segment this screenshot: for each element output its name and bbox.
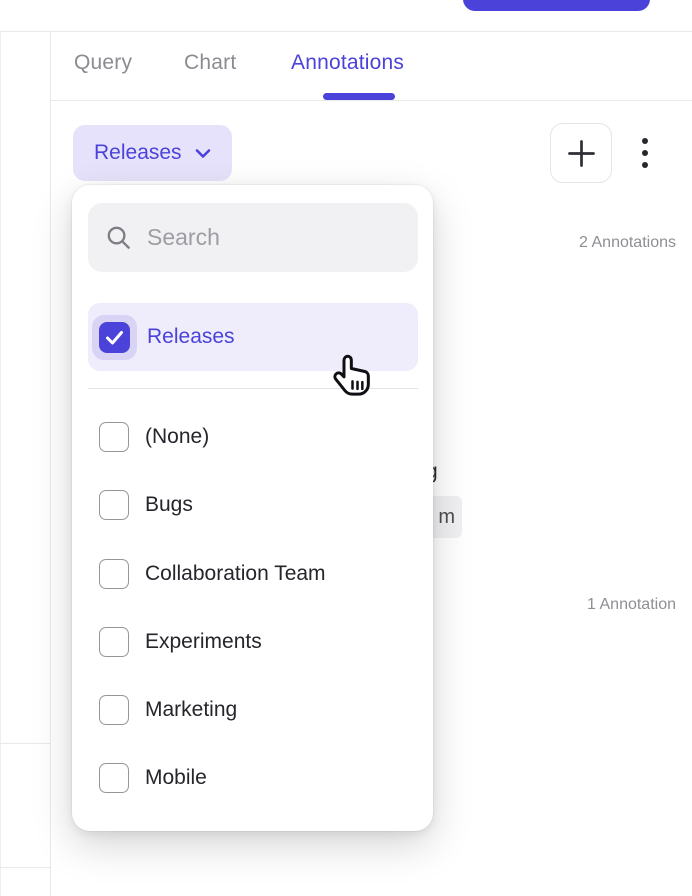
sidebar-row-divider xyxy=(0,743,50,744)
active-tab-underline xyxy=(323,93,395,100)
more-options-button[interactable] xyxy=(626,129,664,177)
primary-action-button[interactable] xyxy=(463,0,650,11)
kebab-dot xyxy=(642,162,648,168)
header-divider xyxy=(0,31,692,32)
window-left-border xyxy=(0,31,1,896)
search-icon xyxy=(105,224,132,251)
checkbox-unchecked[interactable] xyxy=(99,422,129,452)
option-row-experiments[interactable]: Experiments xyxy=(88,608,418,676)
releases-filter-label: Releases xyxy=(94,141,182,165)
option-row-none[interactable]: (None) xyxy=(88,403,418,471)
kebab-dot xyxy=(642,150,648,156)
option-label: Mobile xyxy=(145,766,207,790)
option-label: Releases xyxy=(147,325,235,349)
checkbox-unchecked[interactable] xyxy=(99,627,129,657)
tab-query[interactable]: Query xyxy=(74,51,132,75)
checkbox-checked[interactable] xyxy=(99,322,130,353)
checkbox-focus-halo xyxy=(92,315,137,360)
dropdown-section-divider xyxy=(88,388,418,389)
app-window: Query Chart Annotations Releases 2 Annot… xyxy=(0,0,692,896)
tab-annotations[interactable]: Annotations xyxy=(291,51,404,75)
sidebar-row-divider xyxy=(0,867,50,868)
kebab-dot xyxy=(642,138,648,144)
option-label: Collaboration Team xyxy=(145,562,326,586)
checkbox-unchecked[interactable] xyxy=(99,763,129,793)
check-icon xyxy=(105,330,124,345)
sidebar-right-border xyxy=(50,31,51,896)
option-label: (None) xyxy=(145,425,209,449)
checkbox-unchecked[interactable] xyxy=(99,490,129,520)
releases-filter-button[interactable]: Releases xyxy=(73,125,232,181)
checkbox-unchecked[interactable] xyxy=(99,695,129,725)
option-label: Marketing xyxy=(145,698,237,722)
chevron-down-icon xyxy=(195,148,211,159)
option-label: Experiments xyxy=(145,630,262,654)
add-annotation-button[interactable] xyxy=(550,123,612,183)
checkbox-unchecked[interactable] xyxy=(99,559,129,589)
option-row-mobile[interactable]: Mobile xyxy=(88,744,418,812)
tab-chart[interactable]: Chart xyxy=(184,51,236,75)
option-row-bugs[interactable]: Bugs xyxy=(88,471,418,539)
tabbar-divider xyxy=(51,100,692,101)
releases-filter-dropdown: Releases (None) Bugs Collaboration Team … xyxy=(72,185,433,831)
option-row-releases-selected[interactable]: Releases xyxy=(88,303,418,371)
option-row-marketing[interactable]: Marketing xyxy=(88,676,418,744)
dropdown-search-box[interactable] xyxy=(88,203,418,272)
search-input[interactable] xyxy=(147,224,401,251)
option-row-collaboration-team[interactable]: Collaboration Team xyxy=(88,540,418,608)
annotation-count-group-2: 1 Annotation xyxy=(587,596,676,614)
annotation-count-group-1: 2 Annotations xyxy=(579,234,676,252)
plus-icon xyxy=(564,136,599,171)
option-label: Bugs xyxy=(145,493,193,517)
